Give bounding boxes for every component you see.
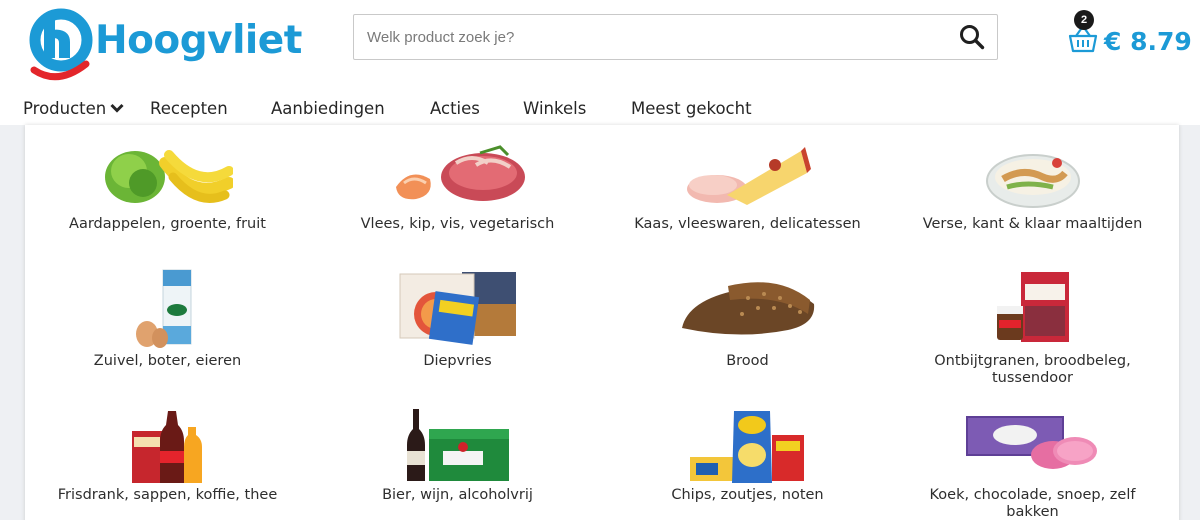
category-label: Bier, wijn, alcoholvrij xyxy=(382,487,533,503)
cart-count-badge: 2 xyxy=(1074,10,1094,30)
category-chips-zoutjes[interactable]: Chips, zoutjes, noten xyxy=(605,407,890,507)
category-label: Vlees, kip, vis, vegetarisch xyxy=(360,216,555,232)
cart-button[interactable]: 2 € 8.79 xyxy=(1068,10,1193,60)
nav-item-acties[interactable]: Acties xyxy=(430,99,480,118)
nav-item-label: Producten xyxy=(23,99,107,118)
beer-image xyxy=(315,407,600,489)
cart-total: € 8.79 xyxy=(1104,27,1192,56)
nav-item-winkels[interactable]: Winkels xyxy=(523,99,586,118)
ready-meal-image xyxy=(890,143,1175,223)
category-brood[interactable]: Brood xyxy=(605,268,890,378)
category-koek-chocolade[interactable]: Koek, chocolade, snoep, zelf bakken xyxy=(890,407,1175,520)
category-label: Frisdrank, sappen, koffie, thee xyxy=(57,487,278,503)
category-zuivel-boter-eieren[interactable]: Zuivel, boter, eieren xyxy=(25,268,310,378)
basket-icon xyxy=(1068,27,1098,53)
bread-image xyxy=(605,268,890,350)
category-diepvries[interactable]: Diepvries xyxy=(315,268,600,378)
category-kaas-vleeswaren[interactable]: Kaas, vleeswaren, delicatessen xyxy=(605,143,890,243)
nav-item-producten[interactable]: Producten xyxy=(23,99,124,118)
category-label: Ontbijtgranen, broodbeleg, tussendoor xyxy=(934,353,1131,386)
category-bier-wijn[interactable]: Bier, wijn, alcoholvrij xyxy=(315,407,600,507)
category-verse-maaltijden[interactable]: Verse, kant & klaar maaltijden xyxy=(890,143,1175,243)
category-label: Koek, chocolade, snoep, zelf bakken xyxy=(929,487,1136,520)
main-navigation: Producten Recepten Aanbiedingen Acties W… xyxy=(0,92,1200,126)
nav-item-recepten[interactable]: Recepten xyxy=(150,99,228,118)
logo-mark-icon xyxy=(29,8,93,81)
site-header: Hoogvliet 2 € 8.79 Producten Recepten Aa… xyxy=(0,0,1200,125)
drinks-image xyxy=(25,407,310,489)
chips-image xyxy=(605,407,890,489)
category-frisdrank[interactable]: Frisdrank, sappen, koffie, thee xyxy=(25,407,310,507)
cheese-image xyxy=(605,143,890,223)
category-label: Diepvries xyxy=(423,353,492,369)
hoogvliet-logo[interactable]: Hoogvliet xyxy=(28,8,302,86)
category-label: Chips, zoutjes, noten xyxy=(671,487,824,503)
meat-image xyxy=(315,143,600,223)
category-ontbijtgranen[interactable]: Ontbijtgranen, broodbeleg, tussendoor xyxy=(890,268,1175,388)
category-label: Brood xyxy=(726,353,769,369)
search-icon xyxy=(960,25,985,50)
nav-item-aanbiedingen[interactable]: Aanbiedingen xyxy=(271,99,385,118)
produce-image xyxy=(25,143,310,223)
search-button[interactable] xyxy=(947,15,997,59)
cookies-image xyxy=(890,407,1175,489)
nav-item-meest-gekocht[interactable]: Meest gekocht xyxy=(631,99,752,118)
category-vlees-kip-vis[interactable]: Vlees, kip, vis, vegetarisch xyxy=(315,143,600,243)
category-label: Verse, kant & klaar maaltijden xyxy=(922,216,1143,232)
search-input[interactable] xyxy=(354,15,947,59)
products-dropdown-panel: Aardappelen, groente, fruit Vlees, kip, … xyxy=(25,125,1179,520)
frozen-image xyxy=(315,268,600,350)
chevron-down-icon xyxy=(110,103,124,113)
search-bar xyxy=(353,14,998,60)
dairy-image xyxy=(25,268,310,350)
cereal-image xyxy=(890,268,1175,350)
logo-wordmark: Hoogvliet xyxy=(95,18,302,63)
category-label: Aardappelen, groente, fruit xyxy=(69,216,266,232)
category-aardappelen-groente-fruit[interactable]: Aardappelen, groente, fruit xyxy=(25,143,310,243)
category-label: Zuivel, boter, eieren xyxy=(93,353,242,369)
category-label: Kaas, vleeswaren, delicatessen xyxy=(634,216,861,232)
